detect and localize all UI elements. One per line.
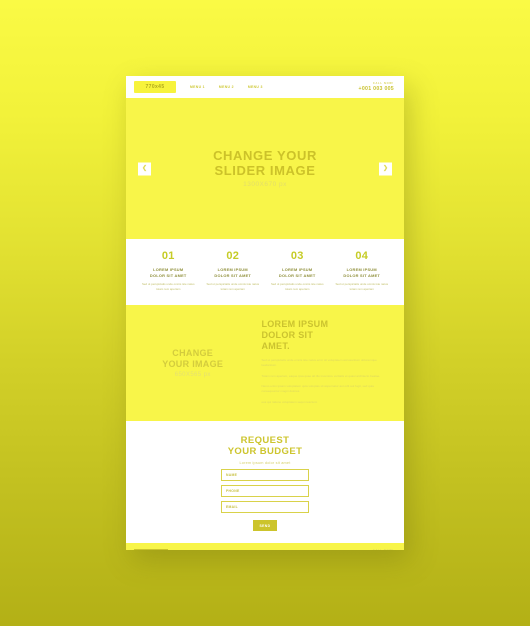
feature-title: LOREM IPSUM DOLOR SIT AMET — [269, 267, 326, 278]
content-paragraph: Sed ut perspiciatis unde omnis iste natu… — [261, 357, 377, 367]
hero-title: CHANGE YOUR SLIDER IMAGE — [213, 147, 317, 178]
content-image-placeholder: CHANGE YOUR IMAGE 650X565 px — [126, 305, 259, 421]
feature-number: 03 — [290, 250, 304, 262]
header-phone-number[interactable]: +001 003 005 — [359, 86, 394, 92]
footer-logo[interactable]: 770x45 — [134, 548, 168, 550]
feature-title: LOREM IPSUM DOLOR SIT AMET — [205, 267, 262, 278]
feature-title-line-2: DOLOR SIT AMET — [149, 272, 187, 278]
content-image-size-label: 650X565 px — [174, 372, 211, 379]
content-heading: LOREM IPSUM DOLOR SIT AMET. — [261, 319, 390, 352]
request-budget-form: REQUEST YOUR BUDGET Lorem ipsum dolor si… — [126, 421, 404, 544]
feature-title-line-2: DOLOR SIT AMET — [278, 272, 316, 278]
form-title-line-1: REQUEST — [240, 435, 290, 447]
content-paragraph: eos qui ratione voluptatem sequi nesciun… — [261, 399, 318, 404]
slider-next-arrow-icon[interactable]: ❯ — [379, 162, 392, 175]
hero-slider: ❮ CHANGE YOUR SLIDER IMAGE 1300X670 px ❯ — [126, 98, 404, 239]
form-subtitle: Lorem ipsum dolor sit amet — [239, 461, 291, 466]
content-heading-line-3: AMET. — [261, 340, 290, 351]
footer-contact: CALL NOW! +001 003 005 — [360, 549, 396, 550]
header-call-label: CALL NOW! — [372, 82, 394, 85]
feature-body: Sed ut perspiciatis unde omnis iste natu… — [270, 282, 324, 291]
form-title: REQUEST YOUR BUDGET — [126, 435, 404, 457]
phone-field[interactable]: PHONE — [221, 485, 309, 498]
content-paragraph: Nemo enim ipsam voluptatem quia voluptas… — [261, 384, 374, 394]
footer-call-label: CALL NOW! — [360, 549, 394, 550]
feature-title: LOREM IPSUM DOLOR SIT AMET — [334, 267, 391, 278]
nav-item-menu-3[interactable]: MENU 3 — [248, 85, 263, 89]
send-button[interactable]: SEND — [253, 520, 277, 532]
hero-title-line-2: SLIDER IMAGE — [214, 162, 316, 178]
content-paragraph: Totam rem aperiam, eaque ipsa quae ab il… — [261, 373, 381, 378]
name-field[interactable]: NAME — [221, 469, 309, 482]
feature-column: 02 LOREM IPSUM DOLOR SIT AMET Sed ut per… — [201, 251, 266, 291]
features-section: 01 LOREM IPSUM DOLOR SIT AMET Sed ut per… — [126, 239, 404, 306]
header-logo[interactable]: 770x45 — [134, 81, 176, 93]
feature-title: LOREM IPSUM DOLOR SIT AMET — [140, 267, 197, 278]
content-image-title: CHANGE YOUR IMAGE — [162, 348, 223, 371]
hero-title-line-1: CHANGE YOUR — [213, 147, 317, 163]
site-footer: 770x45 CALL NOW! +001 003 005 — [126, 543, 404, 550]
feature-body: Sed ut perspiciatis unde omnis iste natu… — [141, 282, 195, 291]
landing-page-mockup: 770x45 MENU 1 MENU 2 MENU 3 CALL NOW! +0… — [126, 76, 404, 550]
form-title-line-2: YOUR BUDGET — [227, 446, 303, 458]
email-field[interactable]: EMAIL — [221, 501, 309, 514]
feature-number: 04 — [355, 250, 369, 262]
feature-column: 03 LOREM IPSUM DOLOR SIT AMET Sed ut per… — [265, 251, 330, 291]
main-navigation: MENU 1 MENU 2 MENU 3 — [190, 85, 263, 89]
header-contact: CALL NOW! +001 003 005 — [359, 82, 396, 92]
feature-body: Sed ut perspiciatis unde omnis iste natu… — [335, 282, 389, 291]
content-text-block: LOREM IPSUM DOLOR SIT AMET. Sed ut persp… — [259, 305, 404, 421]
content-section: CHANGE YOUR IMAGE 650X565 px LOREM IPSUM… — [126, 305, 404, 422]
feature-body: Sed ut perspiciatis unde omnis iste natu… — [206, 282, 260, 291]
content-heading-line-2: DOLOR SIT — [261, 330, 314, 340]
feature-title-line-2: DOLOR SIT AMET — [343, 272, 381, 278]
feature-column: 01 LOREM IPSUM DOLOR SIT AMET Sed ut per… — [136, 251, 201, 291]
content-image-title-line-1: CHANGE — [172, 347, 214, 358]
feature-column: 04 LOREM IPSUM DOLOR SIT AMET Sed ut per… — [330, 251, 395, 291]
site-header: 770x45 MENU 1 MENU 2 MENU 3 CALL NOW! +0… — [126, 76, 404, 98]
feature-number: 02 — [226, 250, 240, 262]
feature-title-line-2: DOLOR SIT AMET — [214, 272, 252, 278]
slider-prev-arrow-icon[interactable]: ❮ — [138, 162, 151, 175]
nav-item-menu-2[interactable]: MENU 2 — [219, 85, 234, 89]
content-image-title-line-2: YOUR IMAGE — [162, 359, 224, 370]
content-heading-line-1: LOREM IPSUM — [261, 319, 329, 330]
feature-number: 01 — [161, 250, 175, 262]
hero-image-size-label: 1300X670 px — [243, 181, 287, 189]
nav-item-menu-1[interactable]: MENU 1 — [190, 85, 205, 89]
